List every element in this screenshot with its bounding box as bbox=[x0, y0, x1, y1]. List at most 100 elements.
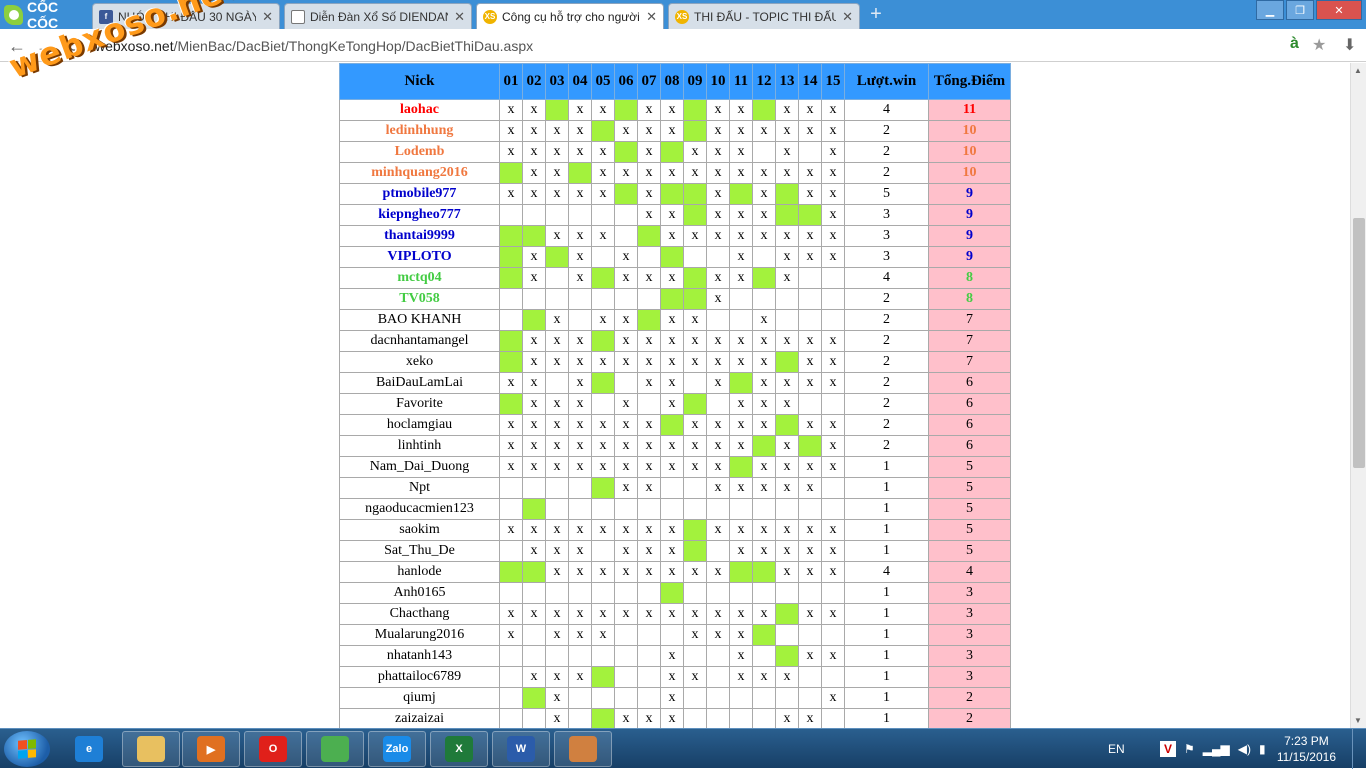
bookmark-star-icon[interactable]: ★ bbox=[1312, 35, 1326, 55]
system-clock[interactable]: 7:23 PM 11/15/2016 bbox=[1277, 733, 1336, 765]
flag-tray-icon[interactable]: ⚑ bbox=[1184, 742, 1195, 756]
day-cell: x bbox=[775, 246, 799, 268]
scrollbar-thumb[interactable] bbox=[1353, 218, 1365, 468]
day-cell bbox=[821, 498, 845, 520]
day-cell bbox=[591, 498, 615, 520]
day-cell-hit bbox=[591, 372, 615, 394]
day-cell: x bbox=[614, 267, 638, 289]
language-indicator[interactable]: EN bbox=[1108, 729, 1125, 769]
taskbar-app-excel[interactable]: X bbox=[430, 731, 488, 767]
day-cell: x bbox=[798, 372, 822, 394]
nick-cell: BaiDauLamLai bbox=[339, 372, 500, 394]
url-field[interactable]: webxoso.net/MienBac/DacBiet/ThongKeTongH… bbox=[95, 36, 1275, 56]
nick-cell: Sat_Thu_De bbox=[339, 540, 500, 562]
day-cell: x bbox=[683, 225, 707, 247]
day-cell: x bbox=[683, 351, 707, 373]
scroll-up-arrow-icon[interactable]: ▲ bbox=[1354, 66, 1362, 75]
close-window-button[interactable]: ✕ bbox=[1316, 0, 1362, 20]
total-points-cell: 6 bbox=[928, 414, 1011, 436]
day-cell: x bbox=[660, 351, 684, 373]
maximize-button[interactable]: ❐ bbox=[1286, 0, 1314, 20]
day-cell: x bbox=[637, 372, 661, 394]
day-cell: x bbox=[499, 372, 523, 394]
volume-icon[interactable]: ◀) bbox=[1238, 742, 1251, 756]
day-cell: x bbox=[637, 540, 661, 562]
table-row: Lodemb x x x x x x x x x x x 2 10 bbox=[339, 141, 1011, 163]
day-cell: x bbox=[798, 708, 822, 728]
day-cell: x bbox=[522, 603, 546, 625]
tab-dien-dan-xo-so[interactable]: Diễn Đàn Xổ Số DIENDAN ✕ bbox=[284, 3, 472, 29]
nick-cell: Mualarung2016 bbox=[339, 624, 500, 646]
day-cell bbox=[798, 309, 822, 331]
day-cell: x bbox=[660, 330, 684, 352]
battery-icon[interactable]: ▮ bbox=[1259, 742, 1266, 756]
day-cell: x bbox=[729, 414, 753, 436]
day-cell bbox=[591, 204, 615, 226]
day-cell bbox=[522, 288, 546, 310]
zalo-icon: Zalo bbox=[383, 736, 411, 762]
table-row: kiepngheo777 x x x x x x 3 9 bbox=[339, 204, 1011, 226]
taskbar-app-media-player[interactable]: ▶ bbox=[182, 731, 240, 767]
day-cell bbox=[798, 498, 822, 520]
taskbar-app-explorer[interactable] bbox=[122, 731, 180, 767]
day-cell: x bbox=[752, 162, 776, 184]
wins-cell: 2 bbox=[844, 393, 929, 415]
tab-cong-cu-ho-tro[interactable]: XS Công cụ hỗ trợ cho người ✕ bbox=[476, 3, 664, 29]
tab-thi-dau-topic[interactable]: XS THI ĐẤU - TOPIC THI ĐẤU ✕ bbox=[668, 3, 860, 29]
network-signal-icon[interactable]: ▂▄▆ bbox=[1203, 742, 1230, 756]
day-cell: x bbox=[798, 519, 822, 541]
table-row: ngaoducacmien123 1 5 bbox=[339, 498, 1011, 520]
header-day: 07 bbox=[637, 63, 661, 100]
day-cell bbox=[683, 708, 707, 728]
tab-close-icon[interactable]: ✕ bbox=[646, 9, 657, 25]
day-cell: x bbox=[591, 624, 615, 646]
day-cell: x bbox=[729, 99, 753, 121]
header-day: 10 bbox=[706, 63, 730, 100]
minimize-button[interactable]: ▁ bbox=[1256, 0, 1284, 20]
download-icon[interactable]: ⬇ bbox=[1343, 35, 1356, 55]
taskbar-app-zalo[interactable]: Zalo bbox=[368, 731, 426, 767]
day-cell bbox=[614, 225, 638, 247]
taskbar-app-word[interactable]: W bbox=[492, 731, 550, 767]
tab-close-icon[interactable]: ✕ bbox=[262, 9, 273, 25]
wins-cell: 1 bbox=[844, 456, 929, 478]
total-points-cell: 4 bbox=[928, 561, 1011, 583]
scroll-down-arrow-icon[interactable]: ▼ bbox=[1354, 716, 1362, 725]
day-cell: x bbox=[798, 645, 822, 667]
antivirus-tray-icon[interactable]: V bbox=[1160, 741, 1176, 757]
day-cell: x bbox=[522, 456, 546, 478]
taskbar-app-opera[interactable]: O bbox=[244, 731, 302, 767]
day-cell: x bbox=[683, 624, 707, 646]
total-points-cell: 3 bbox=[928, 645, 1011, 667]
vertical-scrollbar[interactable]: ▲ ▼ bbox=[1350, 63, 1366, 728]
day-cell: x bbox=[729, 162, 753, 184]
day-cell: x bbox=[821, 162, 845, 184]
day-cell: x bbox=[614, 435, 638, 457]
day-cell: x bbox=[821, 519, 845, 541]
day-cell bbox=[568, 498, 592, 520]
day-cell: x bbox=[591, 225, 615, 247]
tab-close-icon[interactable]: ✕ bbox=[842, 9, 853, 25]
day-cell: x bbox=[821, 603, 845, 625]
tab-close-icon[interactable]: ✕ bbox=[454, 9, 465, 25]
day-cell-hit bbox=[522, 498, 546, 520]
show-desktop-button[interactable] bbox=[1352, 729, 1366, 769]
start-button[interactable] bbox=[4, 731, 50, 767]
day-cell bbox=[729, 708, 753, 728]
translate-icon[interactable]: à bbox=[1290, 35, 1299, 53]
day-cell: x bbox=[568, 141, 592, 163]
day-cell: x bbox=[821, 540, 845, 562]
total-points-cell: 9 bbox=[928, 204, 1011, 226]
new-tab-button[interactable]: + bbox=[866, 4, 886, 24]
day-cell: x bbox=[637, 141, 661, 163]
taskbar-app-ie[interactable]: e bbox=[60, 731, 118, 767]
taskbar-app-paint[interactable] bbox=[554, 731, 612, 767]
day-cell bbox=[752, 582, 776, 604]
day-cell: x bbox=[821, 120, 845, 142]
day-cell: x bbox=[637, 267, 661, 289]
day-cell-hit bbox=[522, 687, 546, 709]
day-cell bbox=[821, 267, 845, 289]
day-cell bbox=[522, 204, 546, 226]
taskbar-app-coccoc[interactable] bbox=[306, 731, 364, 767]
total-points-cell: 3 bbox=[928, 582, 1011, 604]
